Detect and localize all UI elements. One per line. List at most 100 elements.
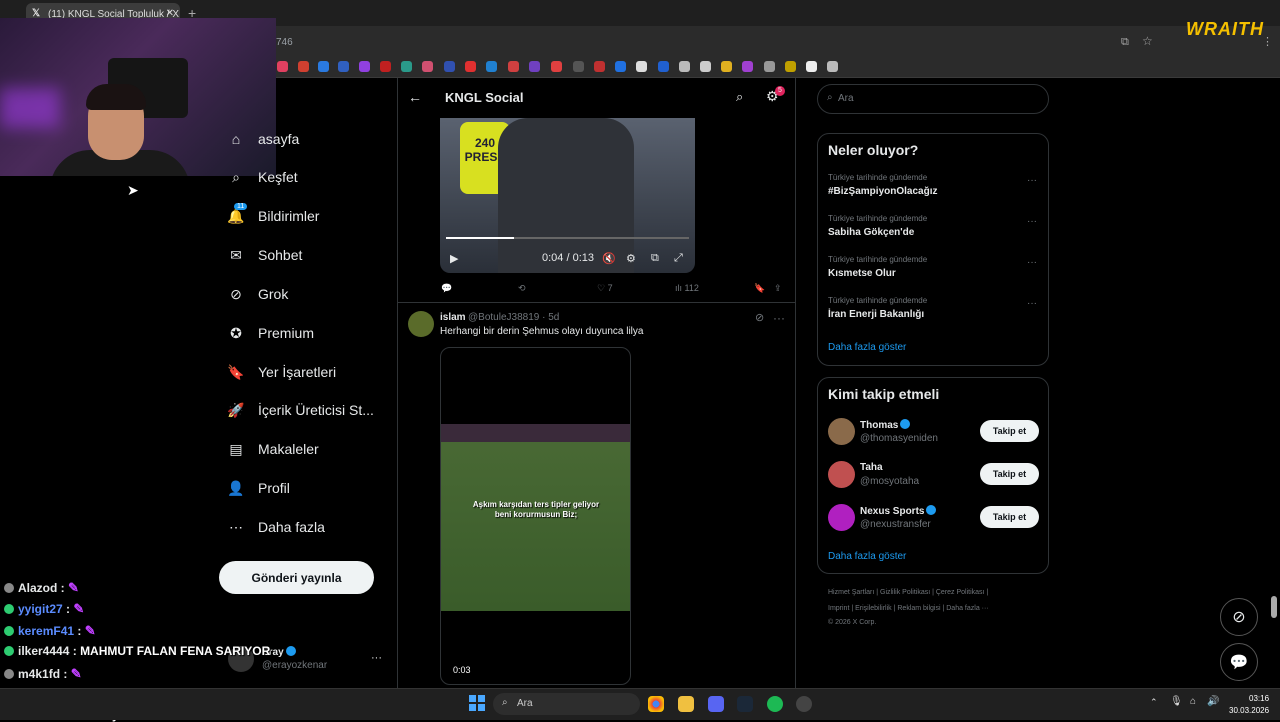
- bookmark-icon[interactable]: [827, 61, 838, 72]
- avatar[interactable]: [828, 504, 855, 531]
- bookmark-icon[interactable]: [486, 61, 497, 72]
- bookmark-icon[interactable]: [594, 61, 605, 72]
- avatar[interactable]: [828, 461, 855, 488]
- fullscreen-icon[interactable]: ⤢: [674, 252, 683, 265]
- more-icon[interactable]: ···: [1027, 257, 1037, 268]
- post-button[interactable]: Gönderi yayınla: [219, 561, 374, 594]
- sidebar-item-bell[interactable]: 🔔 Bildirimler 11: [227, 201, 319, 231]
- video-player[interactable]: 240 PRESS: [440, 118, 695, 273]
- bookmark-icon[interactable]: [298, 61, 309, 72]
- more-icon[interactable]: ···: [1027, 175, 1037, 186]
- bookmark-icon[interactable]: [401, 61, 412, 72]
- bookmark-action-icon[interactable]: 🔖: [754, 283, 765, 294]
- sidebar-item-premium[interactable]: ✪ Premium: [228, 318, 314, 348]
- microphone-icon[interactable]: 🎙: [1170, 696, 1183, 707]
- network-icon[interactable]: ⌂: [1190, 696, 1196, 707]
- share-icon[interactable]: ⇪: [774, 283, 782, 294]
- more-icon[interactable]: ···: [1027, 298, 1037, 309]
- more-icon[interactable]: ···: [773, 311, 785, 325]
- steam-icon[interactable]: [737, 696, 753, 712]
- windows-start-icon[interactable]: [469, 695, 485, 711]
- sidebar-item-article[interactable]: ▤ Makaleler: [228, 434, 318, 464]
- bookmark-icon[interactable]: [806, 61, 817, 72]
- taskbar-search[interactable]: Ara: [493, 693, 640, 715]
- bookmark-icon[interactable]: [658, 61, 669, 72]
- bookmark-icon[interactable]: [338, 61, 349, 72]
- follow-suggestion-name[interactable]: Nexus Sports: [860, 505, 937, 517]
- sidebar-item-person[interactable]: 👤 Profil: [227, 473, 290, 503]
- sidebar-item-rocket[interactable]: 🚀 İçerik Üreticisi St...: [227, 395, 374, 425]
- grok-fab-button[interactable]: ⊘: [1220, 598, 1258, 636]
- bookmark-icon[interactable]: [422, 61, 433, 72]
- discord-icon[interactable]: [708, 696, 724, 712]
- play-icon[interactable]: ▶: [450, 252, 458, 265]
- bookmark-icon[interactable]: [465, 61, 476, 72]
- follow-button[interactable]: Takip et: [980, 463, 1039, 485]
- cast-icon[interactable]: ⧉: [1121, 36, 1129, 49]
- sidebar-item-mail[interactable]: ✉ Sohbet: [228, 240, 302, 270]
- messages-fab-button[interactable]: 💬: [1220, 643, 1258, 681]
- trend-name[interactable]: #BizŞampiyonOlacağız: [828, 186, 937, 197]
- views-button[interactable]: ılı 112: [675, 283, 699, 293]
- sidebar-item-grok[interactable]: ⊘ Grok: [228, 279, 288, 309]
- bookmark-icon[interactable]: [359, 61, 370, 72]
- tweet-author[interactable]: islam: [440, 312, 466, 323]
- bookmark-icon[interactable]: [551, 61, 562, 72]
- footer-links[interactable]: Imprint | Erişilebilirlik | Reklam bilgi…: [828, 605, 989, 612]
- follow-suggestion-name[interactable]: Taha: [860, 462, 883, 473]
- more-icon[interactable]: ···: [1027, 216, 1037, 227]
- back-arrow-icon[interactable]: ←: [408, 89, 422, 105]
- sidebar-item-bookmark[interactable]: 🔖 Yer İşaretleri: [227, 357, 336, 387]
- bookmark-icon[interactable]: [636, 61, 647, 72]
- trend-name[interactable]: İran Enerji Bakanlığı: [828, 309, 924, 320]
- bookmark-icon[interactable]: [764, 61, 775, 72]
- video-settings-icon[interactable]: ⚙: [626, 252, 636, 265]
- follow-suggestion-name[interactable]: Thomas: [860, 419, 911, 431]
- folder-icon[interactable]: [678, 696, 694, 712]
- footer-links[interactable]: Hizmet Şartları | Gizlilik Politikası | …: [828, 589, 988, 596]
- bookmark-icon[interactable]: [742, 61, 753, 72]
- bookmark-icon[interactable]: [615, 61, 626, 72]
- avatar[interactable]: [828, 418, 855, 445]
- mute-icon[interactable]: 🔇: [602, 252, 616, 265]
- trend-name[interactable]: Sabiha Gökçen'de: [828, 227, 914, 238]
- follow-button[interactable]: Takip et: [980, 420, 1039, 442]
- reply-icon[interactable]: 💬: [441, 283, 452, 294]
- grok-icon[interactable]: ⊘: [755, 311, 764, 324]
- system-clock[interactable]: 03:16 30.03.2026: [1229, 693, 1269, 717]
- like-button[interactable]: ♡ 7: [597, 283, 613, 294]
- bookmark-icon[interactable]: [700, 61, 711, 72]
- trend-name[interactable]: Kısmetse Olur: [828, 268, 896, 279]
- scrollbar[interactable]: [1271, 596, 1277, 618]
- chrome-icon[interactable]: [648, 696, 664, 712]
- bookmark-icon[interactable]: [679, 61, 690, 72]
- bookmark-icon[interactable]: [785, 61, 796, 72]
- tweet-handle[interactable]: @BotuleJ38819 · 5d: [468, 312, 559, 323]
- bookmark-icon[interactable]: [573, 61, 584, 72]
- video-player[interactable]: Aşkım karşıdan ters tipler geliyor beni …: [440, 347, 631, 685]
- star-icon[interactable]: ☆: [1142, 34, 1153, 48]
- search-icon[interactable]: ⌕: [736, 89, 743, 105]
- bookmark-icon[interactable]: [277, 61, 288, 72]
- follow-button[interactable]: Takip et: [980, 506, 1039, 528]
- volume-icon[interactable]: 🔊: [1207, 696, 1219, 707]
- bookmark-icon[interactable]: [721, 61, 732, 72]
- sidebar-item-home[interactable]: ⌂ asayfa: [228, 124, 299, 154]
- pip-icon[interactable]: ⧉: [651, 252, 659, 265]
- bookmark-icon[interactable]: [318, 61, 329, 72]
- search-input[interactable]: Ara: [817, 84, 1049, 114]
- tray-chevron-icon[interactable]: ⌃: [1150, 697, 1158, 708]
- video-progress[interactable]: [446, 237, 689, 239]
- show-more-link[interactable]: Daha fazla göster: [828, 342, 906, 353]
- bookmark-icon[interactable]: [380, 61, 391, 72]
- bookmark-icon[interactable]: [529, 61, 540, 72]
- account-menu-icon[interactable]: ···: [371, 652, 382, 664]
- bookmark-icon[interactable]: [444, 61, 455, 72]
- repost-icon[interactable]: ⟲: [518, 283, 526, 294]
- spotify-icon[interactable]: [767, 696, 783, 712]
- bookmark-icon[interactable]: [508, 61, 519, 72]
- show-more-link[interactable]: Daha fazla göster: [828, 551, 906, 562]
- avatar[interactable]: [408, 311, 434, 337]
- sidebar-item-search[interactable]: ⌕ Keşfet: [228, 162, 298, 192]
- obs-icon[interactable]: [796, 696, 812, 712]
